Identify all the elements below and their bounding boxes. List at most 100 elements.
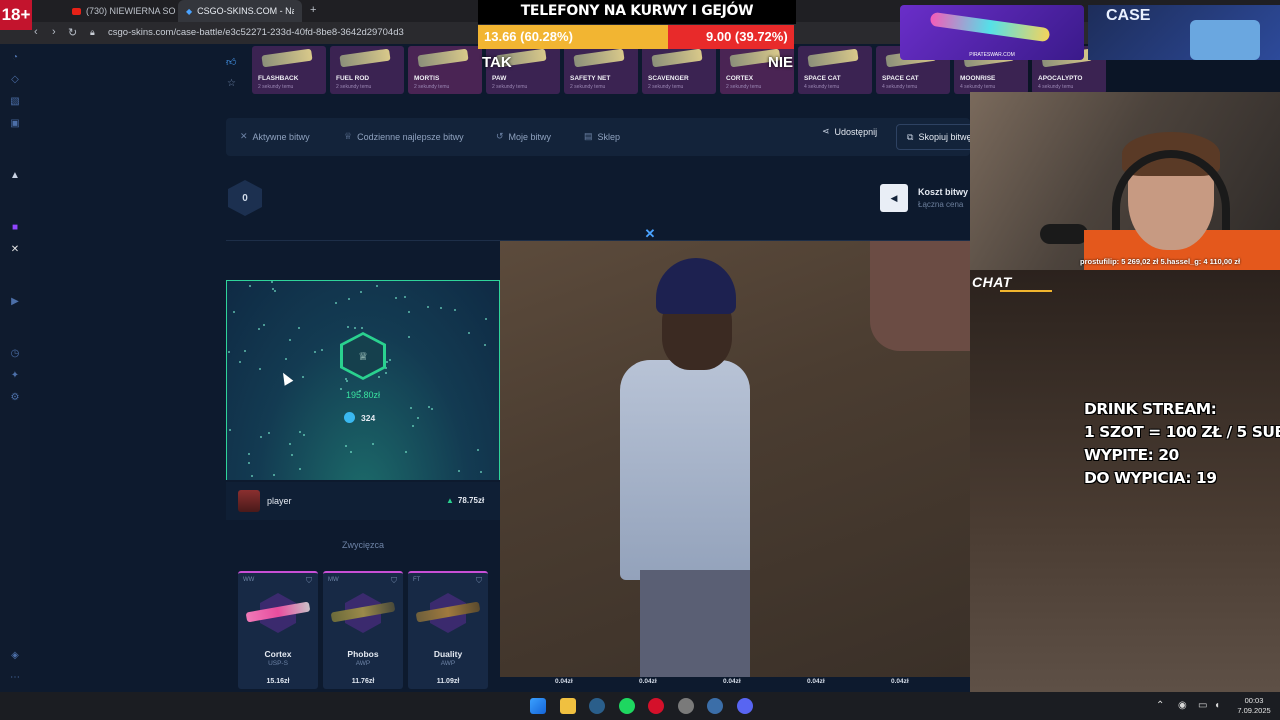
back-icon[interactable]: ‹ xyxy=(34,26,38,38)
poll-title: TELEFONY NA KURWY I GEJÓW xyxy=(478,0,796,24)
tray-network-icon[interactable]: ▭ xyxy=(1198,700,1207,711)
url-field[interactable]: csgo-skins.com/case-battle/e3c52271-233d… xyxy=(108,27,404,38)
sidebar-gx-icon[interactable]: ◈ xyxy=(9,650,21,662)
discord-icon[interactable] xyxy=(737,698,753,714)
sidebar-clock-icon[interactable]: ◷ xyxy=(9,348,21,360)
star-particle xyxy=(378,376,380,378)
won-item-card[interactable]: MW ⛉ Phobos AWP 11.76zł xyxy=(323,571,403,689)
star-particle xyxy=(289,339,291,341)
tray-volume-icon[interactable]: ◖ xyxy=(1214,700,1220,711)
star-particle xyxy=(244,350,246,352)
star-particle xyxy=(233,311,235,313)
reload-icon[interactable]: ↻ xyxy=(68,26,77,39)
won-item-card[interactable]: FT ⛉ Duality AWP 11.09zł xyxy=(408,571,488,689)
nav-my-battles[interactable]: ↺ Moje bitwy xyxy=(496,131,551,142)
sidebar-twitch-icon[interactable]: ■ xyxy=(9,222,21,234)
new-tab-icon[interactable]: + xyxy=(310,4,316,16)
gun-image-icon xyxy=(807,48,859,68)
tray-chevron-icon[interactable]: ⌃ xyxy=(1156,700,1164,711)
star-particle xyxy=(376,285,378,287)
start-icon[interactable] xyxy=(530,698,546,714)
youtube-icon xyxy=(72,7,81,15)
file-explorer-icon[interactable] xyxy=(560,698,576,714)
price-strip-value: 0.04zł xyxy=(555,678,573,685)
sidebar-history-icon[interactable]: ◔ xyxy=(9,52,21,64)
spotify-icon[interactable] xyxy=(619,698,635,714)
star-particle xyxy=(271,281,273,283)
item-price: 11.09zł xyxy=(436,678,460,685)
item-wear: WW xyxy=(243,577,255,583)
nav-daily-best-label: Codzienne najlepsze bitwy xyxy=(357,131,464,142)
nav-daily-best[interactable]: ♕ Codzienne najlepsze bitwy xyxy=(344,131,464,142)
nav-my-battles-label: Moje bitwy xyxy=(508,131,552,142)
chat-logo: CHAT xyxy=(972,274,1012,290)
sidebar-puzzle-icon[interactable]: ✦ xyxy=(9,370,21,382)
star-particle xyxy=(303,434,305,436)
sidebar-arrow-icon[interactable]: ▲ xyxy=(9,170,21,182)
obs-icon[interactable] xyxy=(678,698,694,714)
recent-drop-name: SPACE CAT xyxy=(804,75,841,82)
copy-battle-button[interactable]: ⧉ Skopiuj bitwę xyxy=(896,124,976,150)
star-particle xyxy=(259,368,261,370)
item-type: AWP xyxy=(355,660,371,667)
recent-drop-name: FUEL ROD xyxy=(336,75,370,82)
avatar[interactable] xyxy=(238,490,260,512)
tray-clock[interactable]: 00:03 7.09.2025 xyxy=(1232,696,1276,716)
opera-icon[interactable] xyxy=(648,698,664,714)
item-price: 15.16zł xyxy=(266,678,290,685)
won-item-card[interactable]: WW ⛉ Cortex USP-S 15.16zł xyxy=(238,571,318,689)
star-particle xyxy=(395,297,397,299)
star-particle xyxy=(372,443,374,445)
cost-toggle-button[interactable]: ◀ xyxy=(880,184,908,212)
recent-drop-card[interactable]: SAFETY NET 2 sekundy temu xyxy=(564,46,638,94)
sidebar-box-icon[interactable]: ▧ xyxy=(9,96,21,108)
player-name[interactable]: player xyxy=(267,496,292,506)
game-character-pants xyxy=(640,570,750,677)
item-name: Phobos xyxy=(347,649,379,659)
recent-drop-card[interactable]: FUEL ROD 2 sekundy temu xyxy=(330,46,404,94)
drink-stream-info: DRINK STREAM: 1 SZOT = 100 ZŁ / 5 SUBY W… xyxy=(1084,398,1280,490)
share-button[interactable]: ⋖ Udostępnij xyxy=(822,126,877,137)
forward-icon[interactable]: › xyxy=(52,26,56,38)
tray-mic-icon[interactable]: ◉ xyxy=(1178,700,1187,711)
sidebar-play-icon[interactable]: ▶ xyxy=(9,296,21,308)
nav-active-battles[interactable]: ✕ Aktywne bitwy xyxy=(240,131,310,142)
star-particle xyxy=(410,407,412,409)
recent-drop-time: 2 sekundy temu xyxy=(726,84,762,90)
star-particle xyxy=(477,449,479,451)
recent-drop-card[interactable]: FLASHBACK 2 sekundy temu xyxy=(252,46,326,94)
steam-2-icon[interactable] xyxy=(707,698,723,714)
steam-icon[interactable] xyxy=(589,698,605,714)
share-label: Udostępnij xyxy=(834,126,878,137)
gun-image-icon xyxy=(261,48,313,68)
sidebar-settings-icon[interactable]: ⚙ xyxy=(9,392,21,404)
sidebar-bag-icon[interactable]: ◇ xyxy=(9,74,21,86)
poll-tak-label: TAK xyxy=(482,54,512,71)
share-icon: ⋖ xyxy=(822,126,830,136)
star-particle xyxy=(404,296,406,298)
star-particle xyxy=(427,306,429,308)
tab-youtube-label: (730) NIEWIERNA SO xyxy=(86,6,176,16)
shield-icon: ⛉ xyxy=(391,576,397,585)
gun-image-icon xyxy=(573,48,625,68)
sidebar-more-icon[interactable]: ⋯ xyxy=(9,672,21,684)
tab-youtube[interactable]: (730) NIEWIERNA SO xyxy=(64,0,184,22)
star-particle xyxy=(405,451,407,453)
star-particle xyxy=(408,311,410,313)
item-name: Duality xyxy=(433,649,463,659)
windows-taskbar xyxy=(0,692,1280,720)
recent-drop-card[interactable]: MORTIS 2 sekundy temu xyxy=(408,46,482,94)
recent-drop-time: 2 sekundy temu xyxy=(492,84,528,90)
sidebar-x-icon[interactable]: ✕ xyxy=(9,244,21,256)
recent-drop-name: MOONRISE xyxy=(960,75,996,82)
sidebar-m-icon[interactable]: ▣ xyxy=(9,118,21,130)
recent-drop-card[interactable]: SPACE CAT 4 sekundy temu xyxy=(798,46,872,94)
item-wear: MW xyxy=(328,577,339,583)
star-particle xyxy=(289,443,291,445)
recent-drop-card[interactable]: SCAVENGER 2 sekundy temu xyxy=(642,46,716,94)
poll-nie-label: NIE xyxy=(768,54,794,71)
tab-csgo-skins[interactable]: ◆ CSGO-SKINS.COM - Naj xyxy=(178,0,302,22)
nav-shop[interactable]: ▤ Sklep xyxy=(584,131,620,142)
star-particle xyxy=(454,309,456,311)
age-badge: 18+ xyxy=(0,0,32,30)
